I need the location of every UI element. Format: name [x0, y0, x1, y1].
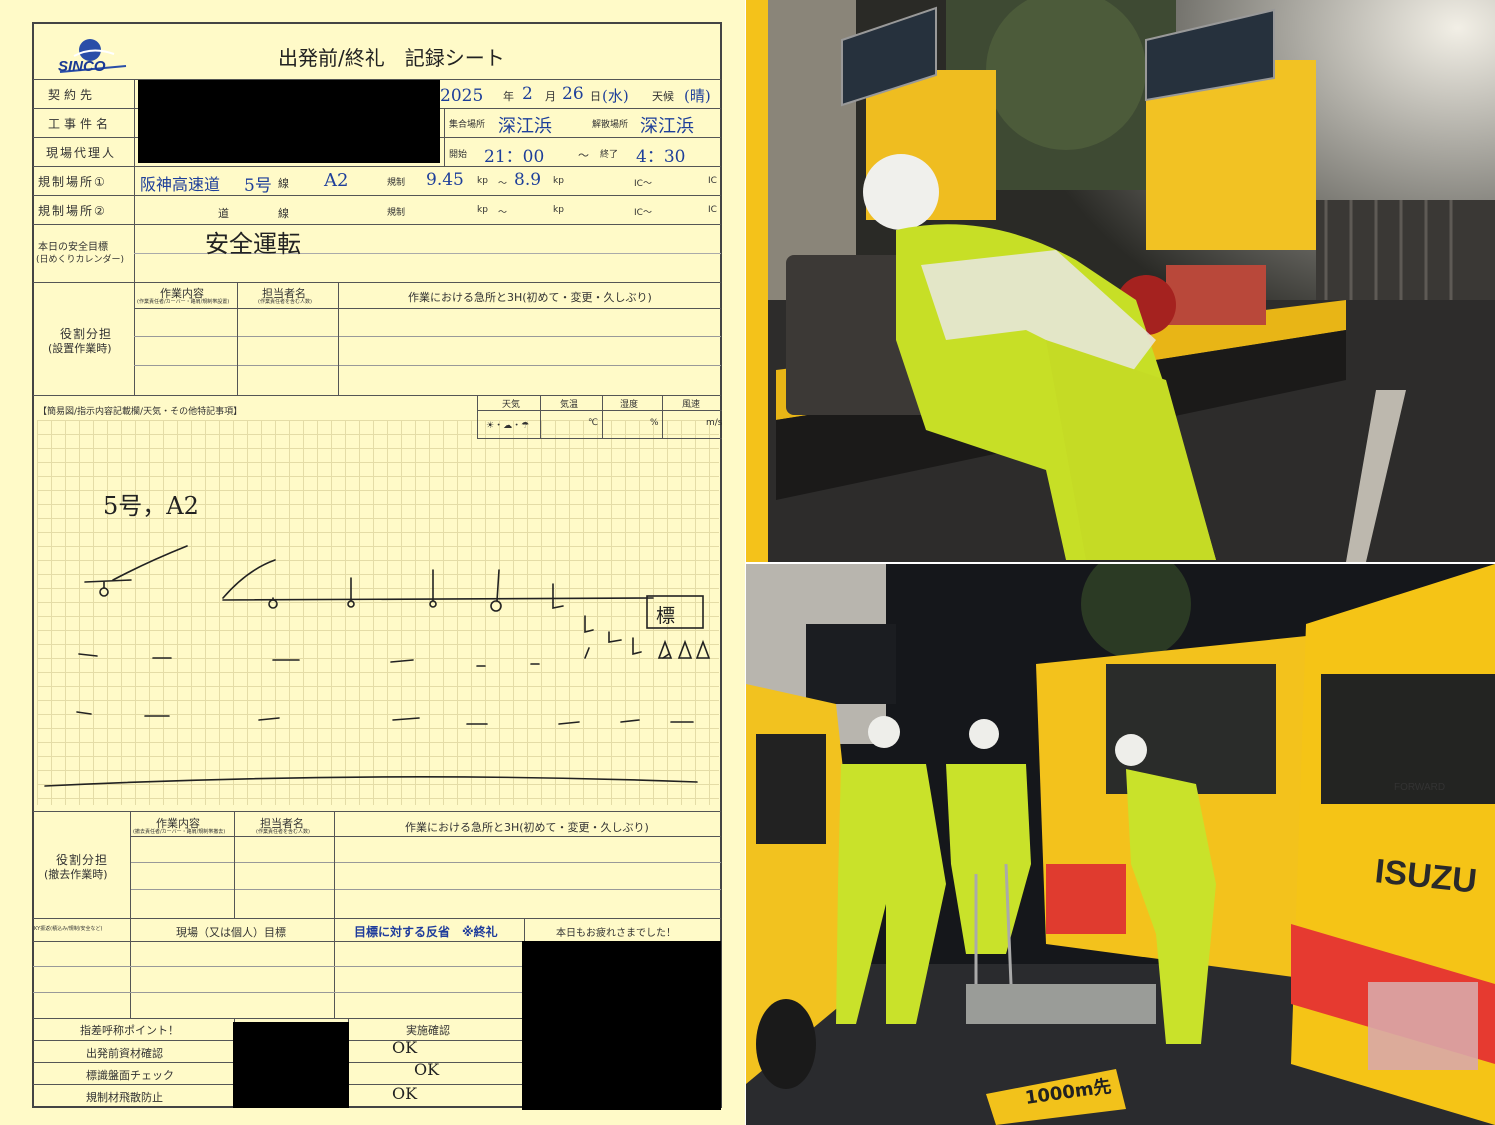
redaction-box — [138, 80, 440, 163]
assembly-place: 深江浜 — [498, 116, 552, 137]
sketch-note: 5号，A2 — [103, 492, 199, 520]
lane-sketch — [44, 545, 711, 787]
date-year: 2025 — [440, 86, 484, 106]
reg1-kp-from: 9.45 — [426, 170, 464, 190]
reg1-road: 阪神高速道 — [140, 175, 221, 194]
photo-crew-trucks: FORWARD ISUZU 1000m先 — [746, 564, 1495, 1125]
dismiss-place: 深江浜 — [640, 116, 694, 137]
redaction-box-checks — [233, 1022, 349, 1108]
check-label-3: 規制材飛散防止 — [86, 1091, 163, 1104]
sketch-label: 【簡易図/指示内容記載欄/天気・その他特記事項】 — [38, 407, 243, 417]
reg1-line: 5号 — [244, 176, 272, 196]
photo-truck-loading — [746, 0, 1495, 562]
start-time: 21：00 — [484, 147, 545, 167]
reg2-label: 規制場所② — [38, 204, 107, 218]
reg1-kp-to: 8.9 — [514, 170, 542, 190]
sheet-title: 出発前/終礼 記録シート — [278, 46, 505, 70]
reg1-label: 規制場所① — [38, 175, 107, 189]
check-result-2: OK — [414, 1060, 440, 1079]
sign-label: 標 — [656, 605, 676, 627]
reg1-section: A2 — [324, 170, 349, 191]
site-agent-label: 現場代理人 — [46, 146, 117, 160]
logo-text: SINCO — [58, 58, 106, 75]
truck-model-text: FORWARD — [1394, 782, 1445, 793]
redaction-box-signature — [522, 941, 721, 1110]
weather-table: 天気 気温 湿度 風速 ☀・☁・☂ ℃ % m/s — [477, 396, 723, 439]
check-label-2: 標識盤面チェック — [86, 1069, 174, 1082]
safety-goal-label: 本日の安全目標 — [38, 242, 108, 253]
check-result-3: OK — [392, 1084, 418, 1103]
sinco-logo: SINCO — [52, 36, 132, 78]
record-sheet: SINCO 出発前/終礼 記録シート 契約先 工事件名 現場代理人 規制場所① … — [0, 0, 745, 1125]
check-label-1: 出発前資材確認 — [86, 1047, 163, 1060]
date-weekday: (水) — [602, 87, 629, 105]
safety-goal-value: 安全運転 — [205, 230, 301, 258]
project-label: 工事件名 — [48, 117, 113, 131]
end-time: 4：30 — [636, 147, 686, 167]
weather-value: (晴) — [684, 87, 711, 105]
date-day: 26 — [562, 84, 584, 104]
check-result-1: OK — [392, 1038, 418, 1057]
checks-header: 指差呼称ポイント！ — [80, 1024, 179, 1037]
safety-goal-sub: (日めくりカレンダー) — [36, 255, 125, 265]
contract-label: 契約先 — [48, 88, 97, 102]
date-month: 2 — [522, 84, 533, 104]
